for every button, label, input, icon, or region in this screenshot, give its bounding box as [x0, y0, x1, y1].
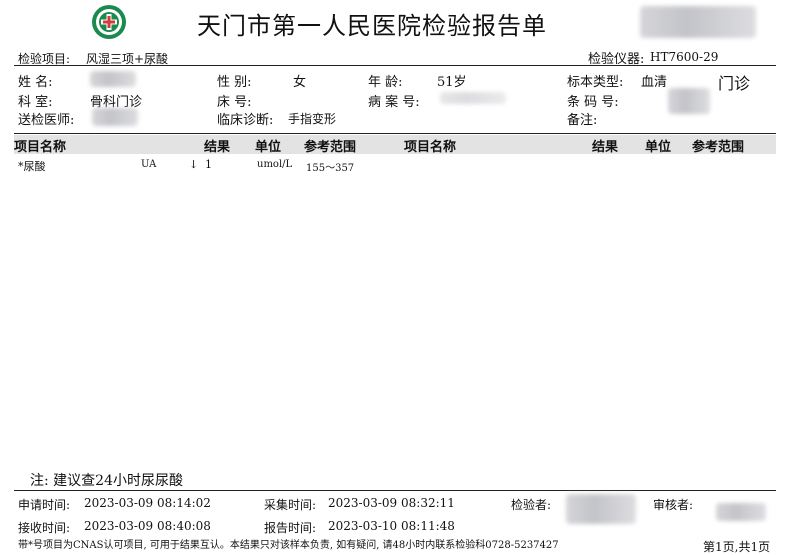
diagnosis-value: 手指变形: [288, 112, 337, 126]
row-range: 155～357: [306, 163, 355, 174]
table-header: 项目名称 结果 单位 参考范围 项目名称 结果 单位 参考范围: [14, 135, 776, 155]
disclaimer: 带*号项目为CNAS认可项目, 可用于结果互认。本结果只对该样本负责, 如有疑问…: [18, 540, 559, 551]
redacted-record: [440, 92, 506, 104]
divider: [14, 490, 776, 491]
divider: [14, 65, 776, 66]
outpatient-label: 门诊: [718, 74, 751, 93]
reviewer-label: 审核者:: [653, 498, 694, 512]
col-header-item-name-2: 项目名称: [404, 140, 457, 155]
gender-label: 性 别:: [217, 75, 252, 90]
row-item-name: *尿酸: [18, 160, 46, 173]
doctor-label: 送检医师:: [18, 113, 75, 128]
department-label: 科 室:: [18, 95, 53, 110]
name-label: 姓 名:: [18, 75, 53, 90]
row-item-code: UA: [141, 159, 157, 170]
collect-time-value: 2023-03-09 08:32:11: [328, 496, 455, 510]
receive-time-value: 2023-03-09 08:40:08: [84, 519, 211, 533]
col-header-unit: 单位: [255, 140, 282, 155]
specimen-type-value: 血清: [641, 75, 668, 90]
redacted-barcode: [668, 88, 710, 114]
collect-time-label: 采集时间:: [264, 498, 317, 512]
report-time-label: 报告时间:: [264, 521, 317, 535]
footer-note: 注: 建议查24小时尿尿酸: [30, 473, 183, 489]
redacted-block: [640, 6, 756, 38]
bed-label: 床 号:: [217, 95, 252, 110]
hospital-logo: [92, 5, 126, 39]
tester-label: 检验者:: [511, 498, 552, 512]
redacted-reviewer: [716, 503, 766, 521]
record-label: 病 案 号:: [368, 95, 420, 110]
age-label: 年 龄:: [368, 75, 403, 90]
col-header-unit-2: 单位: [645, 140, 672, 155]
redacted-name: [90, 71, 136, 87]
col-header-result-2: 结果: [592, 140, 619, 155]
receive-time-label: 接收时间:: [18, 521, 71, 535]
request-time-label: 申请时间:: [18, 498, 71, 512]
divider: [14, 133, 776, 134]
remarks-label: 备注:: [567, 113, 598, 128]
age-value: 51岁: [437, 75, 467, 90]
specimen-type-label: 标本类型:: [567, 75, 624, 90]
row-result: 1: [205, 158, 212, 171]
request-time-value: 2023-03-09 08:14:02: [84, 496, 211, 510]
report-time-value: 2023-03-10 08:11:48: [328, 519, 455, 533]
gender-value: 女: [293, 75, 307, 90]
col-header-result: 结果: [204, 140, 231, 155]
diagnosis-label: 临床诊断:: [217, 113, 274, 128]
col-header-range: 参考范围: [304, 140, 357, 155]
row-flag-down-icon: ↓: [189, 158, 199, 171]
col-header-item-name: 项目名称: [14, 140, 67, 155]
col-header-range-2: 参考范围: [692, 140, 745, 155]
redacted-tester: [566, 494, 636, 524]
page-indicator: 第1页,共1页: [703, 540, 771, 554]
redacted-doctor: [92, 108, 138, 126]
barcode-label: 条 码 号:: [567, 95, 619, 110]
row-unit: umol/L: [257, 159, 293, 170]
instrument-value: HT7600-29: [650, 50, 719, 64]
report-title: 天门市第一人民医院检验报告单: [197, 12, 547, 40]
